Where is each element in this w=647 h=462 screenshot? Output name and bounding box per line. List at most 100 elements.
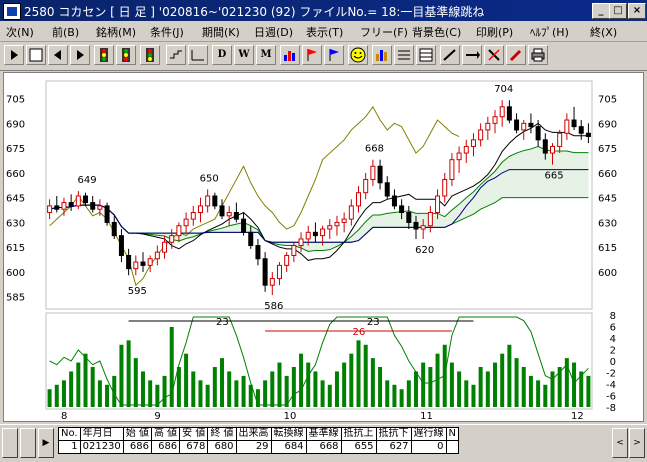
- candle-body: [341, 218, 347, 223]
- candle-body: [83, 195, 89, 204]
- line-chart-icon[interactable]: [188, 45, 208, 65]
- candle-body: [384, 182, 390, 197]
- volume-bar: [191, 371, 196, 407]
- table-cell: [445, 440, 460, 454]
- osc-tick-label: -4: [606, 380, 616, 391]
- red-flag-icon[interactable]: [302, 45, 322, 65]
- arrow-right-icon[interactable]: [462, 45, 482, 65]
- pen-icon[interactable]: [506, 45, 526, 65]
- table-header: 抵抗上: [340, 427, 377, 441]
- blue-flag-icon[interactable]: [324, 45, 344, 65]
- candle-body: [118, 235, 124, 256]
- price-annotation: 704: [494, 84, 513, 95]
- app-icon[interactable]: [3, 3, 21, 20]
- table-header: 出来高: [235, 427, 272, 441]
- nav-prev-button[interactable]: [20, 428, 36, 458]
- traffic-light-icon-2[interactable]: [116, 45, 136, 65]
- menu-stock[interactable]: 銘柄(M): [96, 24, 136, 40]
- price-annotation: 620: [415, 245, 434, 256]
- candle-body: [111, 221, 117, 237]
- printer-icon[interactable]: [528, 45, 548, 65]
- volume-bar: [69, 371, 74, 407]
- volume-bar: [399, 389, 404, 407]
- lagging-line: [49, 105, 460, 287]
- nav-first-button[interactable]: [2, 428, 18, 458]
- volume-bar: [471, 384, 476, 407]
- menu-dayweek[interactable]: 日週(D): [254, 24, 293, 40]
- candle-body: [212, 195, 218, 207]
- menu-prev[interactable]: 前(B): [52, 24, 79, 40]
- back-icon[interactable]: [48, 45, 68, 65]
- menu-condition[interactable]: 条件(J): [150, 24, 184, 40]
- smiley-icon[interactable]: [348, 45, 368, 65]
- y-tick-label-right: 630: [598, 218, 617, 229]
- window-title: 2580 コカセン [ 日 足 ] '020816~'021230 (92) フ…: [24, 5, 485, 19]
- volume-bar: [363, 344, 368, 407]
- table-cell: 684: [270, 440, 307, 454]
- nav-next-button[interactable]: ▶: [38, 428, 54, 458]
- menu-bgcolor[interactable]: 背景色(C): [412, 24, 461, 40]
- monthly-button[interactable]: M: [256, 45, 276, 65]
- menu-period[interactable]: 期間(K): [202, 24, 240, 40]
- ichimoku-cloud: [49, 145, 589, 252]
- scroll-left-button[interactable]: <: [612, 428, 628, 458]
- toolbar: D W M: [0, 42, 647, 71]
- candle-body: [470, 139, 476, 147]
- volume-bar: [543, 384, 548, 407]
- stock-chart[interactable]: 7056906756606456306156005857056906756606…: [4, 73, 643, 422]
- play-icon[interactable]: [4, 45, 24, 65]
- volume-bar: [234, 380, 239, 407]
- volume-bar: [313, 371, 318, 407]
- data-table: No. 年月日 始 値 高 値 安 値 終 値 出来高 転換線 基準線 抵抗上 …: [58, 427, 460, 454]
- y-tick-label-right: 600: [598, 268, 617, 279]
- candle-body: [284, 254, 290, 266]
- volume-bar: [392, 384, 397, 407]
- candle-body: [154, 251, 160, 260]
- info-bars-icon[interactable]: [372, 45, 392, 65]
- close-button[interactable]: ×: [628, 3, 646, 19]
- traffic-light-icon[interactable]: [94, 45, 114, 65]
- menu-help[interactable]: ﾍﾙﾌﾟ(H): [530, 24, 569, 40]
- traffic-light-icon-3[interactable]: [140, 45, 160, 65]
- cloud-fill: [49, 146, 589, 252]
- table-icon[interactable]: [416, 45, 436, 65]
- menu-free[interactable]: フリー(F): [360, 24, 408, 40]
- eraser-icon[interactable]: [484, 45, 504, 65]
- osc-tick-label: -6: [606, 392, 616, 403]
- volume-bar: [90, 367, 95, 407]
- weekly-button[interactable]: W: [234, 45, 254, 65]
- volume-bar: [299, 353, 304, 407]
- candle-body: [162, 241, 168, 253]
- minimize-button[interactable]: _: [592, 3, 610, 19]
- volume-bar: [227, 371, 232, 407]
- candle-body: [190, 212, 196, 220]
- maximize-button[interactable]: □: [609, 3, 627, 19]
- table-cell: 680: [207, 440, 237, 454]
- candle-body: [219, 205, 225, 217]
- candle-body: [126, 254, 132, 270]
- price-annotation: 649: [78, 175, 97, 186]
- step-chart-icon[interactable]: [166, 45, 186, 65]
- table-row[interactable]: 1 021230 686 686 678 680 29 684 668 655 …: [58, 440, 460, 454]
- arrow-up-right-icon[interactable]: [440, 45, 460, 65]
- scroll-right-button[interactable]: >: [629, 428, 645, 458]
- candle-body: [183, 218, 189, 227]
- menu-display[interactable]: 表示(T): [306, 24, 343, 40]
- y-tick-label-right: 675: [598, 144, 617, 155]
- volume-bar: [406, 380, 411, 407]
- menu-print[interactable]: 印刷(P): [476, 24, 513, 40]
- volume-bar: [61, 380, 66, 407]
- table-cell: 686: [150, 440, 181, 454]
- chart-area[interactable]: 705 690 675 660 645 630 615 600 585 705 690 675 660 6…: [3, 72, 644, 422]
- menu-exit[interactable]: 終(X): [590, 24, 617, 40]
- bar-chart-icon[interactable]: [280, 45, 300, 65]
- volume-bar: [334, 371, 339, 407]
- candle-body: [305, 231, 311, 240]
- blank-chart-icon[interactable]: [26, 45, 46, 65]
- volume-bar: [54, 384, 59, 407]
- list-icon[interactable]: [394, 45, 414, 65]
- play-icon-2[interactable]: [70, 45, 90, 65]
- volume-bar: [370, 358, 375, 407]
- daily-button[interactable]: D: [212, 45, 232, 65]
- menu-next[interactable]: 次(N): [6, 24, 34, 40]
